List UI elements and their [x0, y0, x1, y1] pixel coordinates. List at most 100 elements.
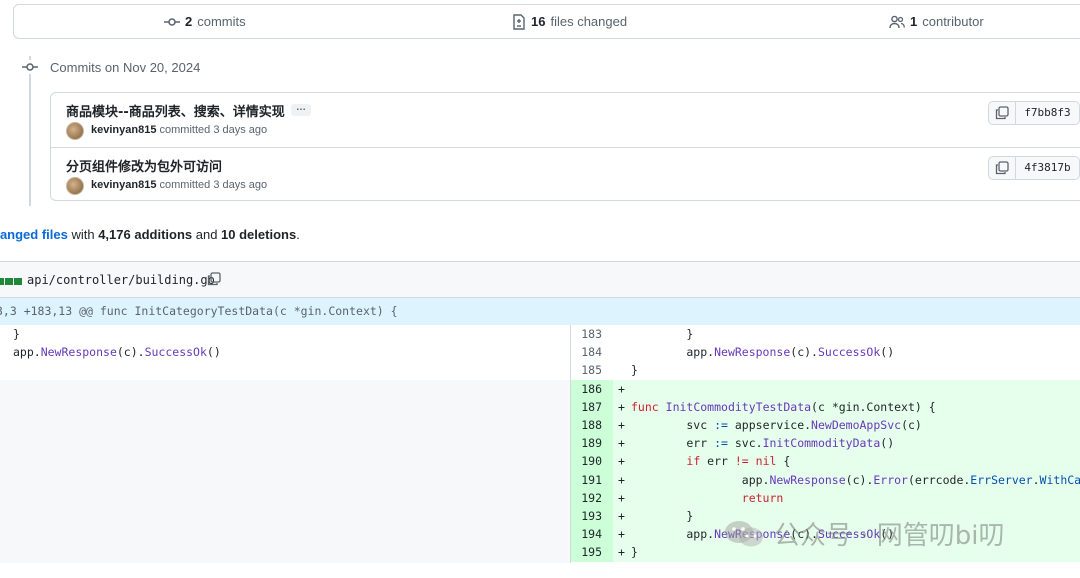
added-line: 190 + if err != nil {: [571, 452, 1080, 471]
commits-label: commits: [197, 14, 246, 29]
diff-sign: +: [618, 436, 625, 451]
added-line: 189 + err := svc.InitCommodityData(): [571, 434, 1080, 453]
copy-icon: [995, 106, 1009, 120]
line-number[interactable]: 185: [571, 361, 613, 379]
code-line: }: [631, 545, 638, 560]
diff-file-header: api/controller/building.go: [0, 261, 1080, 298]
files-count: 16: [531, 14, 546, 29]
wechat-icon: [722, 518, 766, 550]
diffstat-bar: [0, 278, 22, 285]
commit-list: 商品模块--商品列表、搜索、详情实现 … kevinyan815 committ…: [50, 92, 1080, 201]
diff-sign: +: [618, 454, 625, 469]
copy-path-button[interactable]: [207, 272, 221, 289]
git-commit-icon: [21, 60, 39, 74]
left-code-line: app.NewResponse(c).SuccessOk(): [13, 345, 221, 360]
copy-icon: [207, 272, 221, 286]
copy-sha-button[interactable]: [988, 156, 1016, 180]
code-line: svc := appservice.NewDemoAppSvc(c): [631, 418, 922, 432]
watermark-text: 公众号 · 网管叨bi叨: [774, 521, 1005, 551]
avatar[interactable]: [66, 177, 84, 195]
code-line: }: [631, 509, 694, 523]
copy-sha-button[interactable]: [988, 101, 1016, 125]
line-number[interactable]: 191: [571, 470, 613, 489]
commit-meta: kevinyan815 committed 3 days ago: [91, 179, 267, 191]
diff-sign: +: [618, 472, 625, 487]
files-changed-tab[interactable]: 16 files changed: [512, 5, 627, 38]
contributors-tab[interactable]: 1 contributor: [889, 5, 984, 38]
hunk-text: 3,3 +183,13 @@ func InitCategoryTestData…: [0, 304, 398, 318]
copy-icon: [995, 161, 1009, 175]
commit-action: committed: [159, 179, 211, 191]
file-path-link[interactable]: api/controller/building.go: [27, 273, 215, 287]
diff-sign: [618, 361, 625, 379]
code-line: err := svc.InitCommodityData(): [631, 436, 895, 451]
line-number[interactable]: 195: [571, 543, 613, 562]
commit-author-link[interactable]: kevinyan815: [91, 124, 156, 136]
line-number[interactable]: 187: [571, 397, 613, 416]
commit-row: 商品模块--商品列表、搜索、详情实现 … kevinyan815 committ…: [51, 93, 1080, 147]
empty-left-area: [0, 379, 570, 563]
line-number[interactable]: 193: [571, 507, 613, 526]
commit-message-link[interactable]: 分页组件修改为包外可访问: [66, 156, 222, 175]
diff-left-column: } app.NewResponse(c).SuccessOk(): [0, 325, 570, 563]
commits-date-heading: Commits on Nov 20, 2024: [50, 60, 201, 75]
code-line: return: [741, 490, 784, 505]
file-diff-icon: [513, 13, 525, 30]
diff-sign: +: [618, 399, 625, 414]
diff-hunk-header[interactable]: 3,3 +183,13 @@ func InitCategoryTestData…: [0, 298, 1080, 325]
commit-author-link[interactable]: kevinyan815: [91, 179, 156, 191]
diff-sign: +: [618, 509, 625, 523]
deletions-count: 10 deletions: [221, 227, 297, 242]
diff-sign: +: [618, 418, 625, 432]
left-code-line: }: [13, 327, 20, 341]
line-number[interactable]: 192: [571, 488, 613, 507]
commit-message-link[interactable]: 商品模块--商品列表、搜索、详情实现: [66, 101, 285, 120]
diff-sign: +: [618, 490, 625, 505]
line-number[interactable]: 189: [571, 434, 613, 453]
changed-and: and: [192, 227, 222, 242]
git-commit-icon: [164, 17, 180, 26]
people-icon: [889, 15, 905, 28]
added-line: 186 +: [571, 379, 1080, 398]
line-number[interactable]: 194: [571, 525, 613, 544]
code-line: }: [631, 327, 694, 341]
commit-sha-button[interactable]: 4f3817b: [1016, 156, 1080, 180]
line-number[interactable]: 183: [571, 325, 613, 343]
context-line: 183 }: [571, 325, 1080, 343]
code-line: }: [631, 363, 638, 378]
watermark: 公众号 · 网管叨bi叨: [722, 515, 1005, 552]
code-line: app.NewResponse(c).SuccessOk(): [631, 345, 895, 360]
changed-files-summary: hanged files with 4,176 additions and 10…: [0, 227, 300, 242]
commit-sha-button[interactable]: f7bb8f3: [1016, 101, 1080, 125]
line-number[interactable]: 186: [571, 379, 613, 398]
line-number[interactable]: 184: [571, 343, 613, 361]
added-line: 188 + svc := appservice.NewDemoAppSvc(c): [571, 416, 1080, 435]
added-line: 187 + func InitCommodityTestData(c *gin.Co…: [571, 397, 1080, 416]
diff-sign: +: [618, 545, 625, 560]
contributors-count: 1: [910, 14, 918, 29]
added-line: 191 + app.NewResponse(c).Error(errcode.Er…: [571, 470, 1080, 489]
additions-count: 4,176 additions: [98, 227, 193, 242]
commit-time: 3 days ago: [213, 124, 268, 136]
line-number[interactable]: 190: [571, 452, 613, 471]
code-line: if err != nil {: [686, 454, 791, 469]
diff-sign: [618, 325, 625, 343]
diff-sign: +: [618, 527, 625, 542]
commits-tab[interactable]: 2 commits: [164, 5, 246, 38]
diff-sign: [618, 343, 625, 361]
commit-row: 分页组件修改为包外可访问 kevinyan815 committed 3 day…: [51, 147, 1080, 201]
files-label: files changed: [550, 14, 628, 29]
changed-with: with: [67, 227, 99, 242]
changed-files-link[interactable]: hanged files: [0, 227, 68, 242]
contributors-label: contributor: [922, 14, 984, 29]
code-line: func InitCommodityTestData(c *gin.Contex…: [631, 399, 936, 414]
changed-end: .: [296, 227, 300, 242]
commits-count: 2: [185, 14, 193, 29]
line-number[interactable]: 188: [571, 416, 613, 435]
context-line: 184 app.NewResponse(c).SuccessOk(): [571, 343, 1080, 361]
expand-commit-button[interactable]: …: [291, 103, 311, 116]
timeline-line: [29, 56, 31, 206]
avatar[interactable]: [66, 122, 84, 140]
commit-time: 3 days ago: [213, 179, 268, 191]
compare-summary-bar: 2 commits 16 files changed 1 contributor: [13, 4, 1080, 39]
